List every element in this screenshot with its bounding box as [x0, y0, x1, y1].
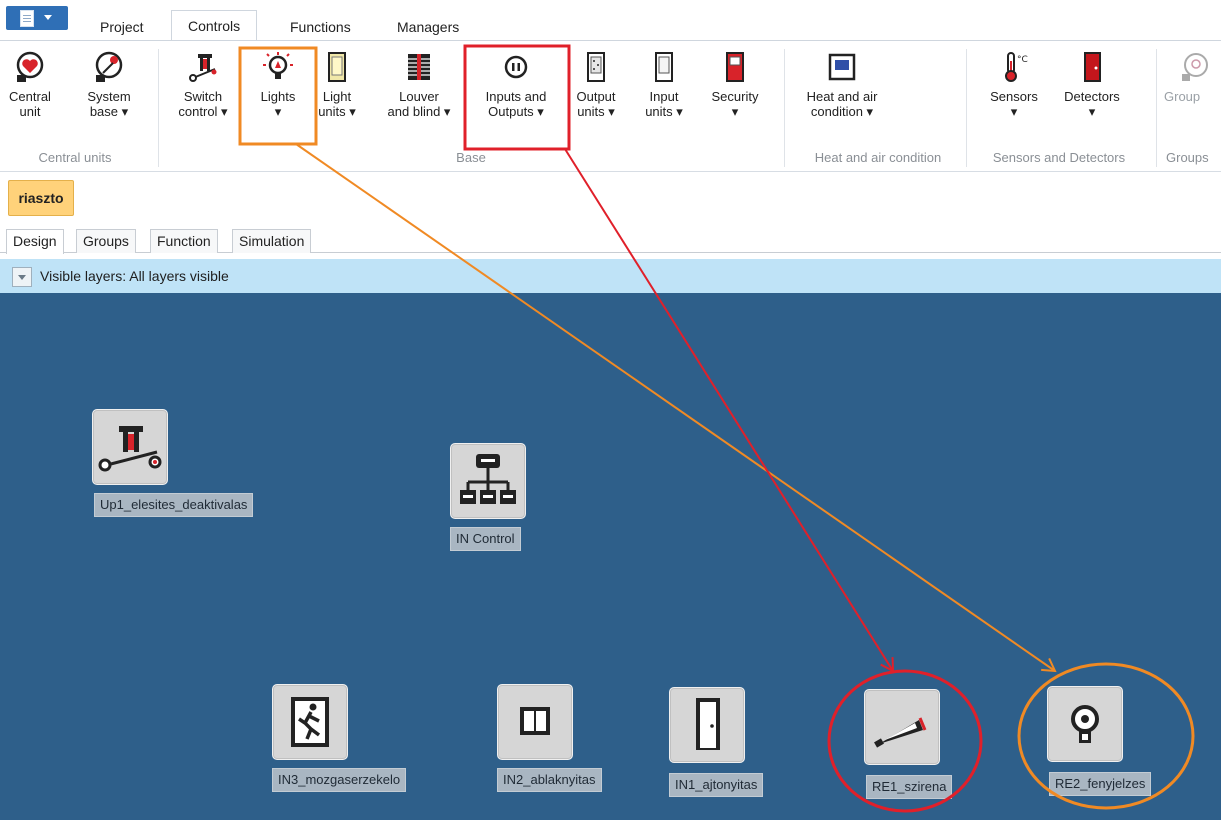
system-base-button[interactable]: System base ▾	[80, 51, 138, 119]
groups-label: Group	[1164, 89, 1201, 104]
group-label-heat-air: Heat and air condition	[814, 150, 942, 165]
node-label: IN2_ablaknyitas	[497, 768, 602, 792]
file-menu-button[interactable]	[6, 6, 68, 30]
central-unit-label: Central unit	[9, 89, 51, 119]
lights-label: Lights ▾	[260, 89, 296, 119]
output-units-button[interactable]: Output units ▾	[572, 51, 620, 119]
tab-groups[interactable]: Groups	[76, 229, 136, 253]
ribbon: Central unit System base ▾ Central units…	[0, 41, 1221, 172]
document-tab-riaszto[interactable]: riaszto	[8, 180, 74, 216]
input-unit-icon	[648, 51, 680, 83]
house-bulb-icon	[1178, 51, 1210, 83]
tab-project[interactable]: Project	[84, 12, 160, 42]
menu-bar: Project Controls Functions Managers	[0, 0, 1221, 44]
house-gear-icon	[93, 51, 125, 83]
door-icon	[669, 687, 745, 763]
security-label: Security ▾	[711, 89, 759, 119]
siren-megaphone-icon	[864, 689, 940, 765]
node-label: IN1_ajtonyitas	[669, 773, 764, 797]
heat-air-label: Heat and air condition ▾	[806, 89, 878, 119]
design-canvas[interactable]: Up1_elesites_deaktivalas IN Control IN3_…	[0, 293, 1221, 820]
switch-icon	[92, 409, 168, 485]
inputs-outputs-button[interactable]: Inputs and Outputs ▾	[470, 51, 562, 119]
window-icon	[497, 684, 573, 760]
light-unit-icon	[321, 51, 353, 83]
node-label: RE2_fenyjelzes	[1049, 772, 1152, 796]
emergency-exit-icon	[272, 684, 348, 760]
door-detector-icon	[1076, 51, 1108, 83]
sensors-label: Sensors ▾	[990, 89, 1038, 119]
layers-bar: Visible layers: All layers visible	[0, 259, 1221, 293]
output-units-label: Output units ▾	[576, 89, 616, 119]
sensors-button[interactable]: °C Sensors ▾	[984, 51, 1044, 119]
inputs-outputs-label: Inputs and Outputs ▾	[485, 89, 547, 119]
node-label: IN Control	[450, 527, 521, 551]
lights-button[interactable]: Lights ▾	[250, 51, 306, 119]
detectors-button[interactable]: Detectors ▾	[1054, 51, 1130, 119]
louver-blind-button[interactable]: Louver and blind ▾	[378, 51, 460, 119]
switch-control-button[interactable]: Switch control ▾	[172, 51, 234, 119]
layers-dropdown-toggle[interactable]	[12, 267, 32, 287]
light-units-label: Light units ▾	[318, 89, 356, 119]
tab-design[interactable]: Design	[6, 229, 64, 254]
tab-function[interactable]: Function	[150, 229, 218, 253]
lightbulb-icon	[262, 51, 294, 83]
security-panel-icon	[719, 51, 751, 83]
output-unit-icon	[580, 51, 612, 83]
detectors-label: Detectors ▾	[1064, 89, 1120, 119]
tab-controls[interactable]: Controls	[171, 10, 258, 43]
tab-managers[interactable]: Managers	[381, 12, 475, 42]
svg-text:°C: °C	[1017, 55, 1028, 65]
switch-icon	[187, 51, 219, 83]
groups-button[interactable]: Group	[1164, 51, 1221, 104]
network-hub-icon	[450, 443, 526, 519]
lightbulb-icon	[1047, 686, 1123, 762]
tab-simulation[interactable]: Simulation	[232, 229, 312, 253]
group-label-base: Base	[456, 150, 486, 165]
central-unit-button[interactable]: Central unit	[8, 51, 52, 119]
system-base-label: System base ▾	[87, 89, 131, 119]
node-label: Up1_elesites_deaktivalas	[94, 493, 254, 517]
socket-icon	[500, 51, 532, 83]
security-button[interactable]: Security ▾	[702, 51, 768, 119]
layers-status-text: Visible layers: All layers visible	[40, 268, 229, 284]
blind-icon	[403, 51, 435, 83]
group-label-groups: Groups	[1166, 150, 1209, 165]
node-label: RE1_szirena	[866, 775, 953, 799]
tab-functions[interactable]: Functions	[274, 12, 367, 42]
switch-control-label: Switch control ▾	[178, 89, 228, 119]
chevron-down-icon	[44, 15, 52, 20]
group-label-sensors-detectors: Sensors and Detectors	[992, 150, 1126, 165]
node-label: IN3_mozgaserzekelo	[272, 768, 407, 792]
input-units-label: Input units ▾	[645, 89, 683, 119]
house-heart-icon	[14, 51, 46, 83]
view-tabs: Design Groups Function Simulation	[0, 226, 1221, 254]
thermostat-icon	[826, 51, 858, 83]
louver-blind-label: Louver and blind ▾	[387, 89, 451, 119]
document-icon	[20, 10, 34, 27]
thermometer-icon: °C	[998, 51, 1030, 83]
light-units-button[interactable]: Light units ▾	[314, 51, 360, 119]
input-units-button[interactable]: Input units ▾	[640, 51, 688, 119]
group-label-central-units: Central units	[38, 150, 112, 165]
heat-air-button[interactable]: Heat and air condition ▾	[792, 51, 892, 119]
